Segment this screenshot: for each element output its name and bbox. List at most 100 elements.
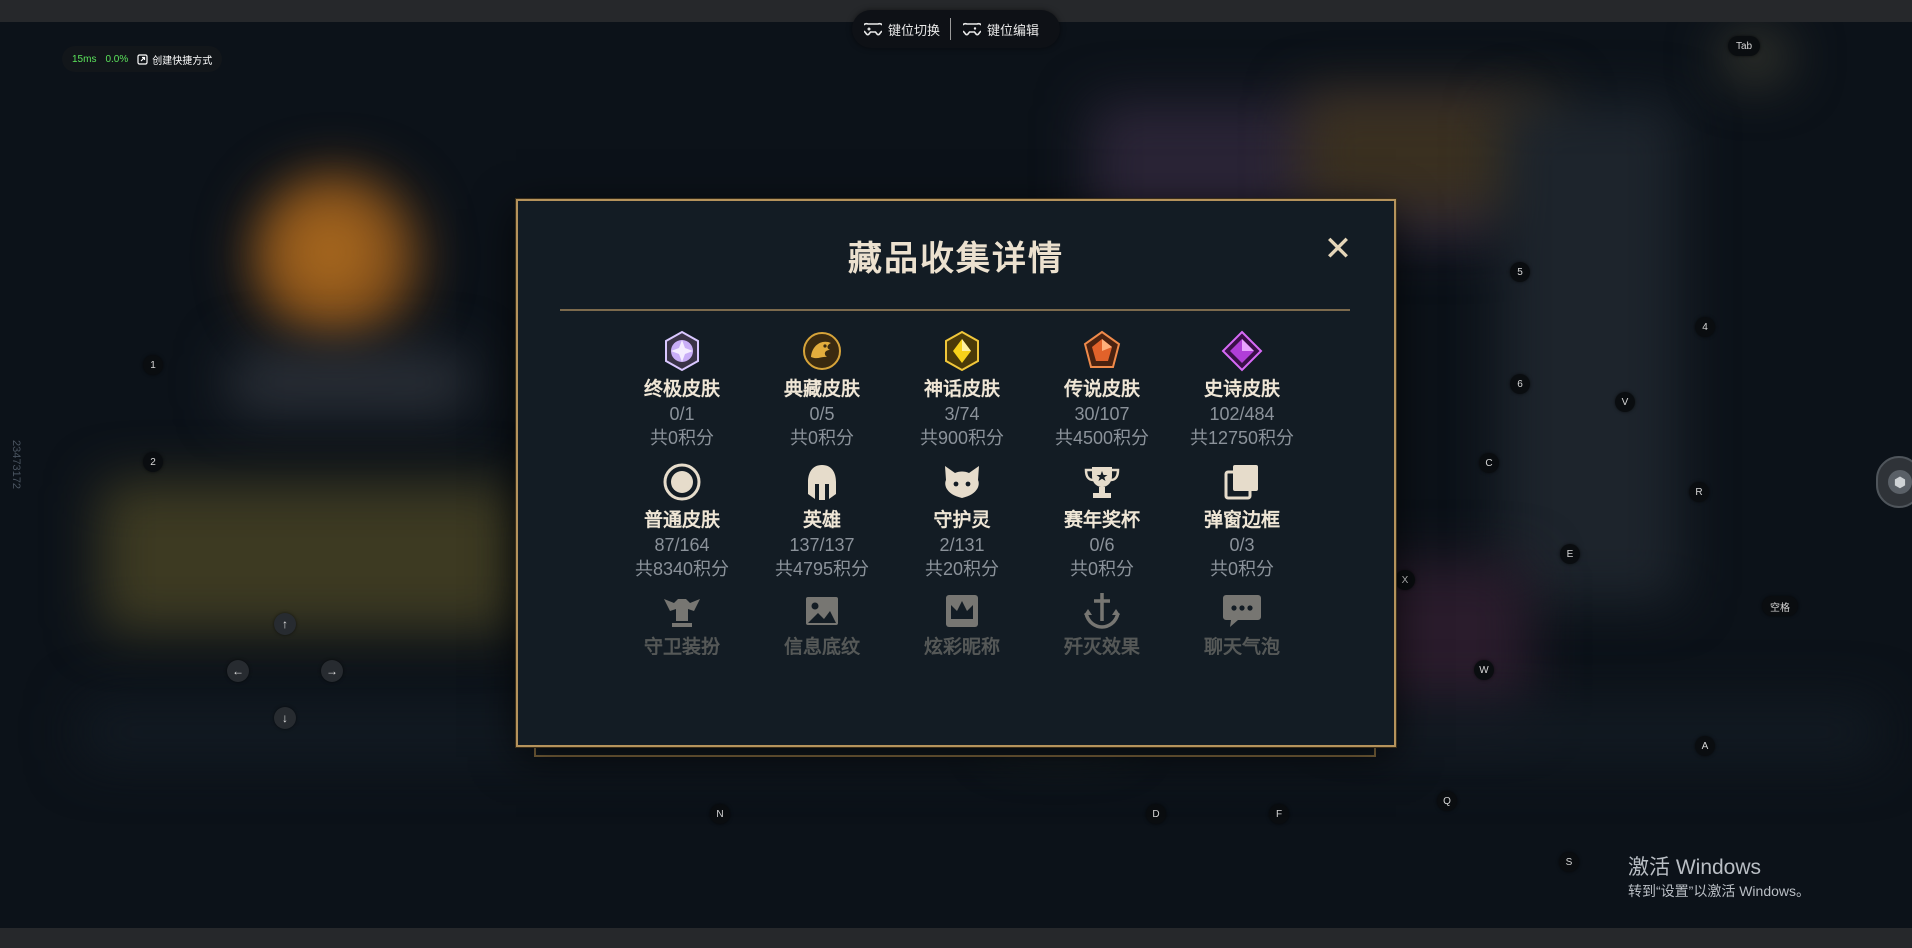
key-q[interactable]: Q: [1437, 791, 1457, 811]
key-arrow-up[interactable]: ↑: [274, 613, 296, 635]
blurred-name-bar: [230, 352, 470, 412]
item-count: 102/484: [1209, 404, 1275, 424]
gamepad-icon: [864, 22, 882, 36]
collection-item-champion[interactable]: 英雄 137/137 共4795积分: [752, 460, 892, 581]
key-f[interactable]: F: [1269, 804, 1289, 824]
keymap-switch-label: 键位切换: [888, 22, 941, 38]
performance-stats: 15ms 0.0% 创建快捷方式: [62, 46, 223, 72]
latency-value: 15ms: [72, 53, 97, 65]
collection-details-dialog: 藏品收集详情 ✕ 终极皮肤 0/1 共0积分 典藏皮肤 0/5 共0积分 神话皮…: [516, 199, 1396, 747]
collection-item-prestige-skin[interactable]: 典藏皮肤 0/5 共0积分: [752, 329, 892, 450]
create-shortcut-button[interactable]: 创建快捷方式: [137, 52, 212, 67]
item-name: 歼灭效果: [1063, 637, 1140, 655]
blurred-emblem-core: [280, 202, 380, 302]
item-name: 史诗皮肤: [1203, 379, 1280, 400]
common-skin-ring-icon: [663, 463, 701, 501]
key-a[interactable]: A: [1695, 736, 1715, 756]
item-name: 普通皮肤: [643, 510, 720, 531]
item-name: 终极皮肤: [643, 379, 720, 400]
chat-bubble-icon: [1223, 595, 1261, 627]
key-arrow-left[interactable]: ←: [227, 660, 249, 682]
key-4[interactable]: 4: [1695, 317, 1715, 337]
side-panel-handle[interactable]: ⬢: [1876, 456, 1912, 508]
item-count: 0/5: [809, 404, 835, 424]
popup-frame-icon: [1224, 465, 1258, 500]
item-points: 共900积分: [919, 428, 1005, 448]
key-2[interactable]: 2: [143, 452, 163, 472]
key-r[interactable]: R: [1689, 482, 1709, 502]
epic-skin-gem-icon: [1221, 330, 1263, 372]
item-points: 共12750积分: [1189, 428, 1295, 448]
key-c[interactable]: C: [1479, 453, 1499, 473]
create-shortcut-label: 创建快捷方式: [152, 55, 213, 67]
prestige-skin-dragon-icon: [803, 332, 841, 370]
collection-item-popup-frame[interactable]: 弹窗边框 0/3 共0积分: [1172, 460, 1312, 581]
collection-item-kill-effect[interactable]: 歼灭效果: [1032, 591, 1172, 655]
collection-item-info-card[interactable]: 信息底纹: [752, 591, 892, 655]
dialog-title: 藏品收集详情: [848, 240, 1064, 278]
key-v[interactable]: V: [1615, 392, 1635, 412]
collection-item-epic-skin[interactable]: 史诗皮肤 102/484 共12750积分: [1172, 329, 1312, 450]
item-points: 共0积分: [1069, 559, 1134, 579]
collection-grid: 终极皮肤 0/1 共0积分 典藏皮肤 0/5 共0积分 神话皮肤 3/74 共9…: [612, 329, 1312, 655]
item-points: 共0积分: [1209, 559, 1274, 579]
item-name: 典藏皮肤: [783, 379, 860, 400]
key-s[interactable]: S: [1559, 852, 1579, 872]
info-card-icon: [806, 597, 838, 625]
item-count: 0/1: [669, 404, 695, 424]
collection-item-chat-bubble[interactable]: 聊天气泡: [1172, 591, 1312, 655]
key-e[interactable]: E: [1560, 544, 1580, 564]
keymap-edit-button[interactable]: 键位编辑: [951, 10, 1049, 48]
key-w[interactable]: W: [1474, 660, 1494, 680]
champion-helmet-icon: [808, 465, 836, 500]
anchor-effect-icon: [1084, 593, 1120, 629]
shortcut-icon: [137, 53, 148, 65]
item-points: 共0积分: [649, 428, 714, 448]
gamepad-edit-icon: [963, 22, 982, 36]
key-x[interactable]: X: [1395, 570, 1415, 590]
blurred-banner: [100, 482, 520, 632]
crown-nickname-icon: [946, 595, 978, 627]
item-count: 3/74: [944, 404, 980, 424]
blurred-panel: [1500, 102, 1680, 602]
ultimate-skin-gem-icon: [665, 330, 699, 372]
item-points: 共20积分: [924, 559, 1000, 579]
collection-item-legendary-skin[interactable]: 传说皮肤 30/107 共4500积分: [1032, 329, 1172, 450]
item-name: 神话皮肤: [923, 379, 1000, 400]
collection-item-nickname-color[interactable]: 炫彩昵称: [892, 591, 1032, 655]
item-name: 赛年奖杯: [1063, 510, 1140, 531]
guardian-outfit-icon: [664, 599, 700, 627]
item-count: 87/164: [654, 535, 710, 555]
item-name: 守护灵: [933, 510, 991, 531]
item-points: 共0积分: [789, 428, 854, 448]
packet-loss-value: 0.0%: [105, 53, 129, 65]
window-bottom-bar: [0, 928, 1912, 948]
item-count: 2/131: [939, 535, 985, 555]
key-n[interactable]: N: [710, 804, 730, 824]
item-count: 30/107: [1074, 404, 1130, 424]
item-count: 0/6: [1089, 535, 1115, 555]
item-name: 英雄: [802, 510, 841, 531]
key-space[interactable]: 空格: [1762, 596, 1798, 616]
key-arrow-down[interactable]: ↓: [274, 707, 296, 729]
keymap-switch-button[interactable]: 键位切换: [852, 10, 950, 48]
collection-item-common-skin[interactable]: 普通皮肤 87/164 共8340积分: [612, 460, 752, 581]
close-icon[interactable]: ✕: [1322, 232, 1354, 266]
key-arrow-right[interactable]: →: [321, 660, 343, 682]
key-5[interactable]: 5: [1510, 262, 1530, 282]
windows-activation-watermark: 激活 Windows 转到“设置”以激活 Windows。: [1628, 855, 1810, 901]
key-1[interactable]: 1: [143, 355, 163, 375]
collection-item-ultimate-skin[interactable]: 终极皮肤 0/1 共0积分: [612, 329, 752, 450]
collection-item-season-trophy[interactable]: 赛年奖杯 0/6 共0积分: [1032, 460, 1172, 581]
item-name: 信息底纹: [783, 637, 860, 655]
item-count: 137/137: [789, 535, 855, 555]
item-name: 聊天气泡: [1203, 637, 1280, 655]
key-tab[interactable]: Tab: [1728, 36, 1761, 56]
collection-item-mythic-skin[interactable]: 神话皮肤 3/74 共900积分: [892, 329, 1032, 450]
collection-item-guardian[interactable]: 守护灵 2/131 共20积分: [892, 460, 1032, 581]
keymap-edit-label: 键位编辑: [987, 22, 1040, 38]
key-6[interactable]: 6: [1510, 374, 1530, 394]
key-d[interactable]: D: [1146, 804, 1166, 824]
collection-item-guardian-outfit[interactable]: 守卫装扮: [612, 591, 752, 655]
item-points: 共4795积分: [774, 559, 870, 579]
